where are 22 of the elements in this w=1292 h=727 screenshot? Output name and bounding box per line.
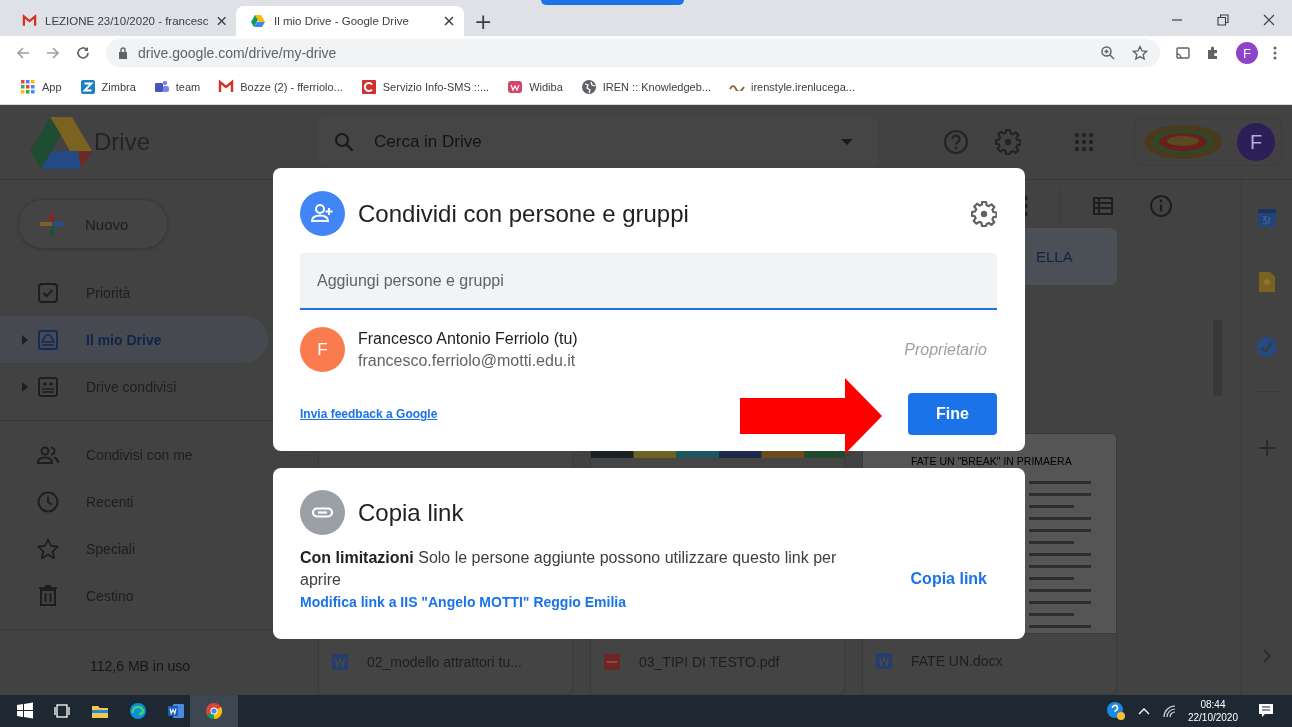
bookmark-label: Bozze (2) - fferriolo... xyxy=(240,81,343,93)
preview-heading: FATE UN "BREAK" IN PRIMAERA xyxy=(911,455,1073,467)
bookmark-label: Zimbra xyxy=(101,81,136,93)
person-email: francesco.ferriolo@motti.edu.it xyxy=(358,351,577,370)
tab-title: Il mio Drive - Google Drive xyxy=(274,15,410,27)
bookmark-label: team xyxy=(175,81,201,93)
link-access-description: Con limitazioni Solo le persone aggiunte possono utilizzare questo link per aprire xyxy=(300,548,838,590)
clock-time: 08:44 xyxy=(1200,698,1226,711)
role-label: Proprietario xyxy=(904,340,987,359)
bookmark-label: Servizio Info-SMS ::... xyxy=(382,81,490,93)
dialog-title: Copia link xyxy=(358,498,464,527)
bookmark-label: Widiba xyxy=(529,81,563,93)
url-text: drive.google.com/drive/my-drive xyxy=(138,45,337,61)
bookmark-label: IREN :: Knowledgeb... xyxy=(602,81,711,93)
person-name: Francesco Antonio Ferriolo (tu) xyxy=(358,329,579,348)
clock-date: 22/10/2020 xyxy=(1187,711,1238,724)
person-avatar: F xyxy=(300,327,345,372)
dialog-title: Condividi con persone e gruppi xyxy=(358,199,689,228)
tab-title: LEZIONE 23/10/2020 - francesc xyxy=(45,15,209,27)
bookmark-label: App xyxy=(42,81,62,93)
bookmark-label: irenstyle.irenlucega... xyxy=(751,81,855,93)
folder-name: ELLA xyxy=(1035,248,1073,265)
